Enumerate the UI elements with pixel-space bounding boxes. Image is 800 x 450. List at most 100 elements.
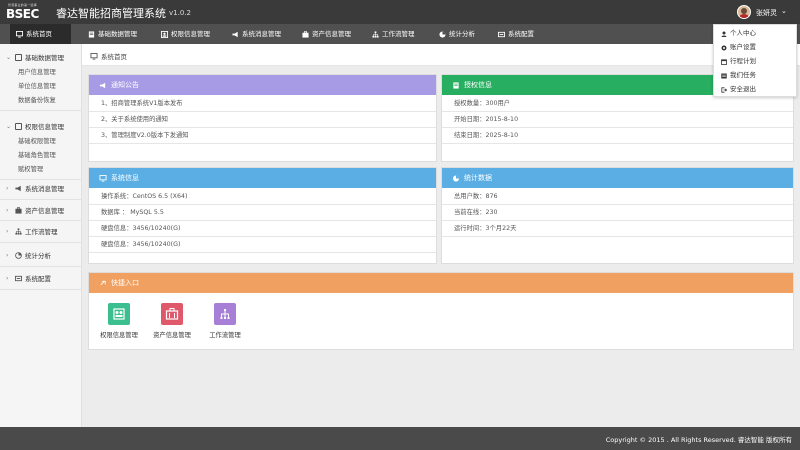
topnav-item-home[interactable]: 系统首页 (10, 24, 71, 44)
quick-entry-workflow[interactable]: 工作流管理 (205, 303, 245, 339)
monitor-icon (16, 30, 23, 38)
user-icon (721, 31, 727, 37)
topnav-item-basic-data[interactable]: 基础数据管理 (82, 24, 143, 44)
copyright: Copyright © 2015 . All Rights Reserved. … (605, 436, 792, 444)
sidebar-group-label: 系统配置 (25, 275, 51, 283)
sidebar-group-statistics[interactable]: › 统计分析 (6, 250, 51, 261)
sysinfo-row: 数据库 ： MySQL 5.5 (89, 205, 436, 221)
quick-entry-tile[interactable] (161, 303, 183, 325)
topnav-item-messages[interactable]: 系统消息管理 (226, 24, 287, 44)
menu-item-logout[interactable]: 安全退出 (721, 84, 756, 95)
chevron-right-icon: › (6, 274, 9, 282)
license-row: 授权数量：300用户 (442, 96, 793, 112)
breadcrumb-label[interactable]: 系统首页 (101, 51, 127, 61)
stats-panel: 统计数据 总用户数：876 当前在线：230 运行时间：3个月22天 (441, 167, 794, 264)
menu-item-tasks[interactable]: 我们任务 (721, 70, 756, 81)
top-nav: 系统首页 基础数据管理 权限信息管理 系统消息管理 资产信息管理 工作流管理 统… (0, 24, 800, 44)
quick-access-title: 快捷入口 (111, 279, 139, 287)
breadcrumb-bar: 系统首页 (82, 44, 800, 66)
avatar[interactable] (737, 5, 751, 19)
chevron-right-icon: › (6, 251, 9, 259)
topnav-label: 系统消息管理 (242, 30, 281, 38)
users-icon (15, 122, 22, 130)
chevron-right-icon: › (6, 206, 9, 214)
pie-chart-icon (439, 30, 446, 38)
sysinfo-panel: 系统信息 操作系统：CentOS 6.5 (X64) 数据库 ： MySQL 5… (88, 167, 437, 264)
sidebar-item-grant[interactable]: 赋权管理 (18, 164, 43, 173)
sidebar-group-label: 权限信息管理 (25, 123, 64, 131)
sitemap-icon (15, 227, 22, 235)
topnav-label: 系统配置 (508, 30, 534, 38)
notice-panel: 通知公告 1、招商管理系统V1版本发布 2、关于系统使用的通知 3、管理制度V2… (88, 74, 437, 162)
menu-item-label: 个人中心 (730, 29, 756, 37)
sidebar-group-permission[interactable]: ⌄ 权限信息管理 (6, 121, 64, 131)
topnav-label: 权限信息管理 (171, 30, 210, 38)
notice-item[interactable]: 1、招商管理系统V1版本发布 (89, 96, 436, 112)
stats-row: 运行时间：3个月22天 (442, 221, 793, 237)
chevron-down-icon[interactable]: ⌄ (781, 7, 787, 15)
topnav-label: 统计分析 (449, 30, 475, 38)
briefcase-icon (15, 206, 22, 214)
megaphone-icon (99, 82, 106, 88)
settings-icon (15, 275, 22, 281)
topnav-item-permission[interactable]: 权限信息管理 (155, 24, 216, 44)
menu-item-account-settings[interactable]: 账户设置 (721, 42, 756, 53)
sidebar-divider (0, 179, 82, 180)
topnav-item-config[interactable]: 系统配置 (492, 24, 540, 44)
sidebar-group-label: 统计分析 (25, 252, 51, 260)
footer: Copyright © 2015 . All Rights Reserved. … (0, 427, 800, 450)
chevron-right-icon: › (6, 227, 9, 235)
quick-entry-permission[interactable]: 权限信息管理 (99, 303, 139, 339)
user-dropdown-menu: 个人中心 账户设置 行程计划 我们任务 安全退出 (713, 24, 797, 97)
gear-icon (721, 45, 727, 50)
notice-item[interactable]: 3、管理制度V2.0版本下发通知 (89, 128, 436, 144)
sidebar-divider (0, 110, 82, 111)
notice-item[interactable]: 2、关于系统使用的通知 (89, 112, 436, 128)
sidebar: ⌄ 基础数据管理 用户信息管理 单位信息管理 数据备份恢复 ⌄ 权限信息管理 基… (0, 44, 82, 427)
quick-entry-tile[interactable] (214, 303, 236, 325)
sidebar-group-messages[interactable]: › 系统消息管理 (6, 183, 64, 194)
topnav-item-statistics[interactable]: 统计分析 (433, 24, 481, 44)
menu-item-profile[interactable]: 个人中心 (721, 28, 756, 39)
quick-entry-assets[interactable]: 资产信息管理 (152, 303, 192, 339)
chevron-down-icon: ⌄ (6, 53, 12, 61)
license-row: 结束日期：2025-8-10 (442, 128, 793, 144)
sitemap-icon (372, 30, 379, 38)
sidebar-item-base-role[interactable]: 基础角色管理 (18, 150, 56, 159)
megaphone-icon (15, 185, 21, 191)
quick-entry-tile[interactable] (108, 303, 130, 325)
menu-item-schedule[interactable]: 行程计划 (721, 56, 756, 67)
sidebar-group-workflow[interactable]: › 工作流管理 (6, 226, 58, 237)
monitor-icon (99, 174, 107, 182)
topnav-label: 资产信息管理 (312, 30, 351, 38)
sysinfo-row: 硬盘信息：3456/10240(G) (89, 237, 436, 253)
monitor-icon (90, 52, 98, 60)
sidebar-item-backup[interactable]: 数据备份恢复 (18, 95, 56, 104)
quick-entry-label: 工作流管理 (209, 332, 241, 339)
calendar-icon (721, 58, 727, 65)
topnav-label: 基础数据管理 (98, 30, 137, 38)
stats-row: 当前在线：230 (442, 205, 793, 221)
sysinfo-row: 硬盘信息：3456/10240(G) (89, 221, 436, 237)
sidebar-item-user-info[interactable]: 用户信息管理 (18, 67, 56, 76)
sidebar-group-label: 工作流管理 (25, 228, 58, 236)
app-version: v1.0.2 (169, 9, 191, 17)
document-icon (453, 81, 459, 89)
quick-entry-label: 权限信息管理 (100, 332, 138, 339)
username[interactable]: 张妍灵 (756, 8, 777, 18)
topnav-label: 工作流管理 (382, 30, 415, 38)
topnav-label: 系统首页 (26, 30, 52, 38)
sidebar-item-unit-info[interactable]: 单位信息管理 (18, 81, 56, 90)
quick-access-panel: 快捷入口 权限信息管理 资产信息管理 工作流管理 (88, 272, 794, 350)
pie-chart-icon (452, 174, 460, 182)
topnav-item-assets[interactable]: 资产信息管理 (296, 24, 357, 44)
topnav-item-workflow[interactable]: 工作流管理 (366, 24, 421, 44)
sidebar-item-base-permission[interactable]: 基础权限管理 (18, 136, 56, 145)
sidebar-group-label: 基础数据管理 (25, 54, 64, 62)
sidebar-group-label: 资产信息管理 (25, 207, 64, 215)
brand-logo[interactable]: 智慧事业的第一选择 BSEC (6, 3, 50, 21)
users-icon (161, 30, 168, 38)
sidebar-group-basic-data[interactable]: ⌄ 基础数据管理 (6, 52, 64, 62)
sidebar-group-assets[interactable]: › 资产信息管理 (6, 205, 64, 216)
sidebar-group-config[interactable]: › 系统配置 (6, 273, 51, 284)
